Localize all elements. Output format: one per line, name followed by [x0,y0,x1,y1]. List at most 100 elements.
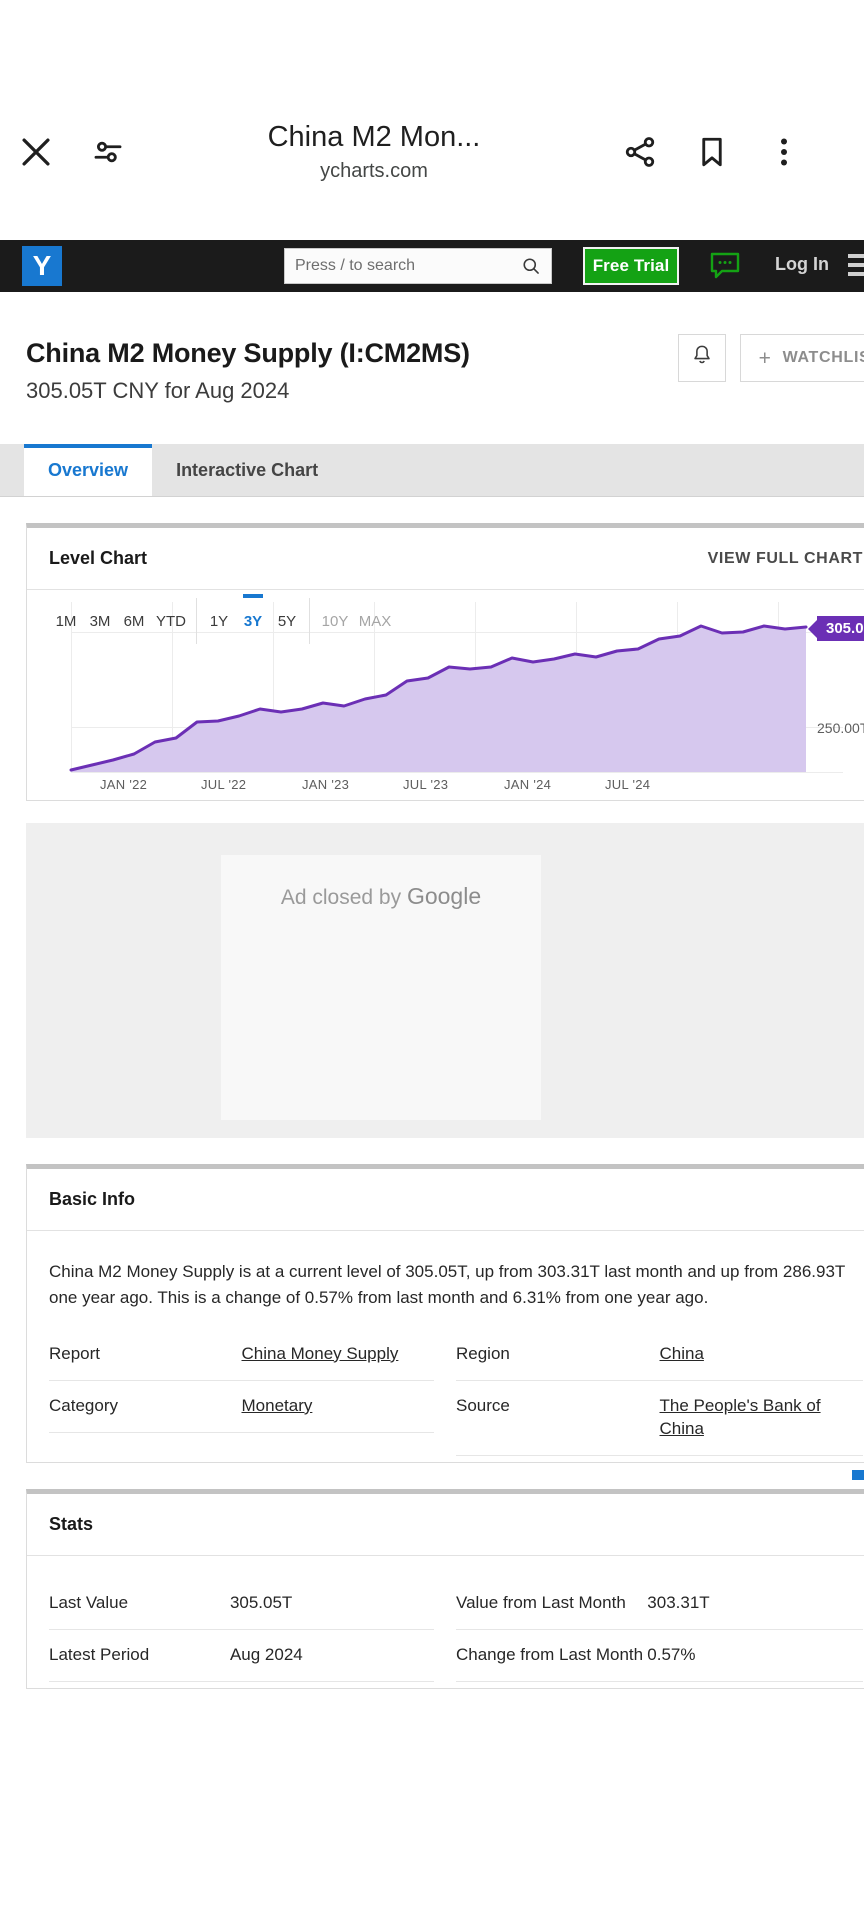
page-scrollbar-nub[interactable] [852,1470,864,1480]
watchlist-label: WATCHLIST [782,349,864,366]
browser-toolbar: China M2 Mon... ycharts.com [0,104,864,200]
log-in-link[interactable]: Log In [775,254,829,275]
row-value: 0.57% [647,1644,696,1664]
range-1m-label: 1M [55,612,77,630]
search-input[interactable]: Press / to search [284,248,552,284]
stats-column-right: Value from Last Month 303.31T Change fro… [456,1578,863,1682]
add-to-watchlist-button[interactable]: + WATCHLIST [739,334,864,382]
range-10y[interactable]: 10Y [315,598,355,644]
chart-x-tick-4: JAN '24 [504,777,552,792]
site-navbar: Y Press / to search Free Trial Log In [0,240,864,292]
row-value-link[interactable]: China Money Supply [242,1343,435,1366]
range-3m[interactable]: 3M [83,598,117,644]
row-key: Category [49,1395,118,1415]
row-value-link[interactable]: China [660,1343,864,1366]
row-value-link[interactable]: Monetary [242,1395,435,1418]
row-key: Change from Last Month [456,1644,644,1664]
bookmark-icon[interactable] [676,116,748,188]
range-6m[interactable]: 6M [117,598,151,644]
table-row: Latest Period Aug 2024 [49,1630,434,1682]
range-ytd[interactable]: YTD [151,598,191,644]
chart-last-value-badge: 305.05T [817,616,864,641]
table-row: Source The People's Bank of China [456,1381,863,1456]
chart-x-tick-3: JUL '23 [403,777,449,792]
search-placeholder: Press / to search [295,257,416,274]
tab-interactive-chart[interactable]: Interactive Chart [152,444,342,496]
basic-info-title: Basic Info [49,1189,136,1209]
hamburger-line [848,263,864,267]
stats-card-header: Stats [27,1494,864,1556]
chart-y-axis-label: 250.00T [817,720,864,736]
alert-bell-button[interactable] [677,334,726,382]
table-row: Report China Money Supply [49,1329,434,1381]
range-3y[interactable]: 3Y [236,594,270,644]
range-1m[interactable]: 1M [49,598,83,644]
share-icon[interactable] [604,116,676,188]
range-1y-label: 1Y [209,612,229,630]
browser-page-origin: ycharts.com [320,160,428,183]
table-row: Category Monetary [49,1381,434,1433]
basic-info-description: China M2 Money Supply is at a current le… [49,1262,845,1307]
page-info-tune-icon[interactable] [72,116,144,188]
tab-overview-label: Overview [48,459,129,480]
chart-x-tick-5: JUL '24 [605,777,651,792]
header-actions: + WATCHLIST [677,334,864,382]
tab-overview[interactable]: Overview [24,444,153,496]
chart-range-selector: 1M 3M 6M YTD 1Y 3Y 5Y 10Y MAX [49,594,395,644]
range-5y[interactable]: 5Y [270,598,304,644]
hamburger-menu-icon[interactable] [848,254,864,276]
range-divider [196,598,197,644]
row-key: Last Value [49,1592,129,1612]
row-key: Report [49,1343,101,1363]
browser-custom-tab-header: China M2 Mon... ycharts.com [0,0,864,240]
ycharts-logo-letter: Y [32,250,52,281]
ad-closed-prefix: Ad closed by [280,886,407,909]
basic-info-column-right: Region China Source The People's Bank of… [456,1329,863,1456]
basic-info-card: Basic Info China M2 Money Supply is at a… [26,1164,864,1463]
ycharts-logo[interactable]: Y [22,246,62,286]
free-trial-button[interactable]: Free Trial [583,247,679,285]
view-full-chart-link[interactable]: VIEW FULL CHART [708,550,863,568]
google-wordmark: Google [406,883,482,909]
hamburger-line [848,254,864,258]
ad-closed-text: Ad closed by Google [221,883,541,910]
table-row: Change from Last Month 0.57% [456,1630,863,1682]
chat-bubble-icon[interactable] [710,252,740,285]
range-group-short: 1M 3M 6M YTD [49,598,191,644]
basic-info-column-left: Report China Money Supply Category Monet… [49,1329,456,1456]
level-chart-card: Level Chart VIEW FULL CHART 1M 3M 6M YTD… [26,523,864,801]
row-value: Aug 2024 [229,1644,303,1664]
range-1y[interactable]: 1Y [202,598,236,644]
range-3m-label: 3M [89,612,111,630]
range-divider [309,598,310,644]
row-key: Value from Last Month [456,1592,626,1612]
chart-x-tick-2: JAN '23 [302,777,350,792]
range-max[interactable]: MAX [355,598,395,644]
chart-area-fill [71,626,806,772]
table-row: Value from Last Month 303.31T [456,1578,863,1630]
quote-header: China M2 Money Supply (I:CM2MS) 305.05T … [0,292,864,404]
advertisement-slot: Ad closed by Google [221,855,541,1120]
row-value-link[interactable]: The People's Bank of China [660,1395,864,1441]
basic-info-grid: Report China Money Supply Category Monet… [49,1329,863,1456]
table-row: Last Value 305.05T [49,1578,434,1630]
level-chart-card-header: Level Chart VIEW FULL CHART [27,528,864,590]
plus-icon: + [758,346,772,370]
range-6m-label: 6M [123,612,145,630]
range-5y-label: 5Y [277,612,297,630]
range-group-long: 10Y MAX [315,598,395,644]
stats-grid: Last Value 305.05T Latest Period Aug 202… [49,1578,863,1682]
stats-column-left: Last Value 305.05T Latest Period Aug 202… [49,1578,456,1682]
stats-body: Last Value 305.05T Latest Period Aug 202… [27,1556,864,1688]
row-value: 303.31T [647,1592,710,1612]
search-icon[interactable] [521,256,541,276]
level-chart-body: 1M 3M 6M YTD 1Y 3Y 5Y 10Y MAX 250.00T 30… [27,590,864,800]
hamburger-line [848,272,864,276]
range-max-label: MAX [358,612,392,630]
range-3y-label: 3Y [243,612,263,630]
close-icon[interactable] [0,116,72,188]
more-options-icon[interactable] [748,116,820,188]
browser-title-block[interactable]: China M2 Mon... ycharts.com [144,120,604,184]
row-key: Latest Period [49,1644,150,1664]
tab-interactive-chart-label: Interactive Chart [176,459,319,480]
